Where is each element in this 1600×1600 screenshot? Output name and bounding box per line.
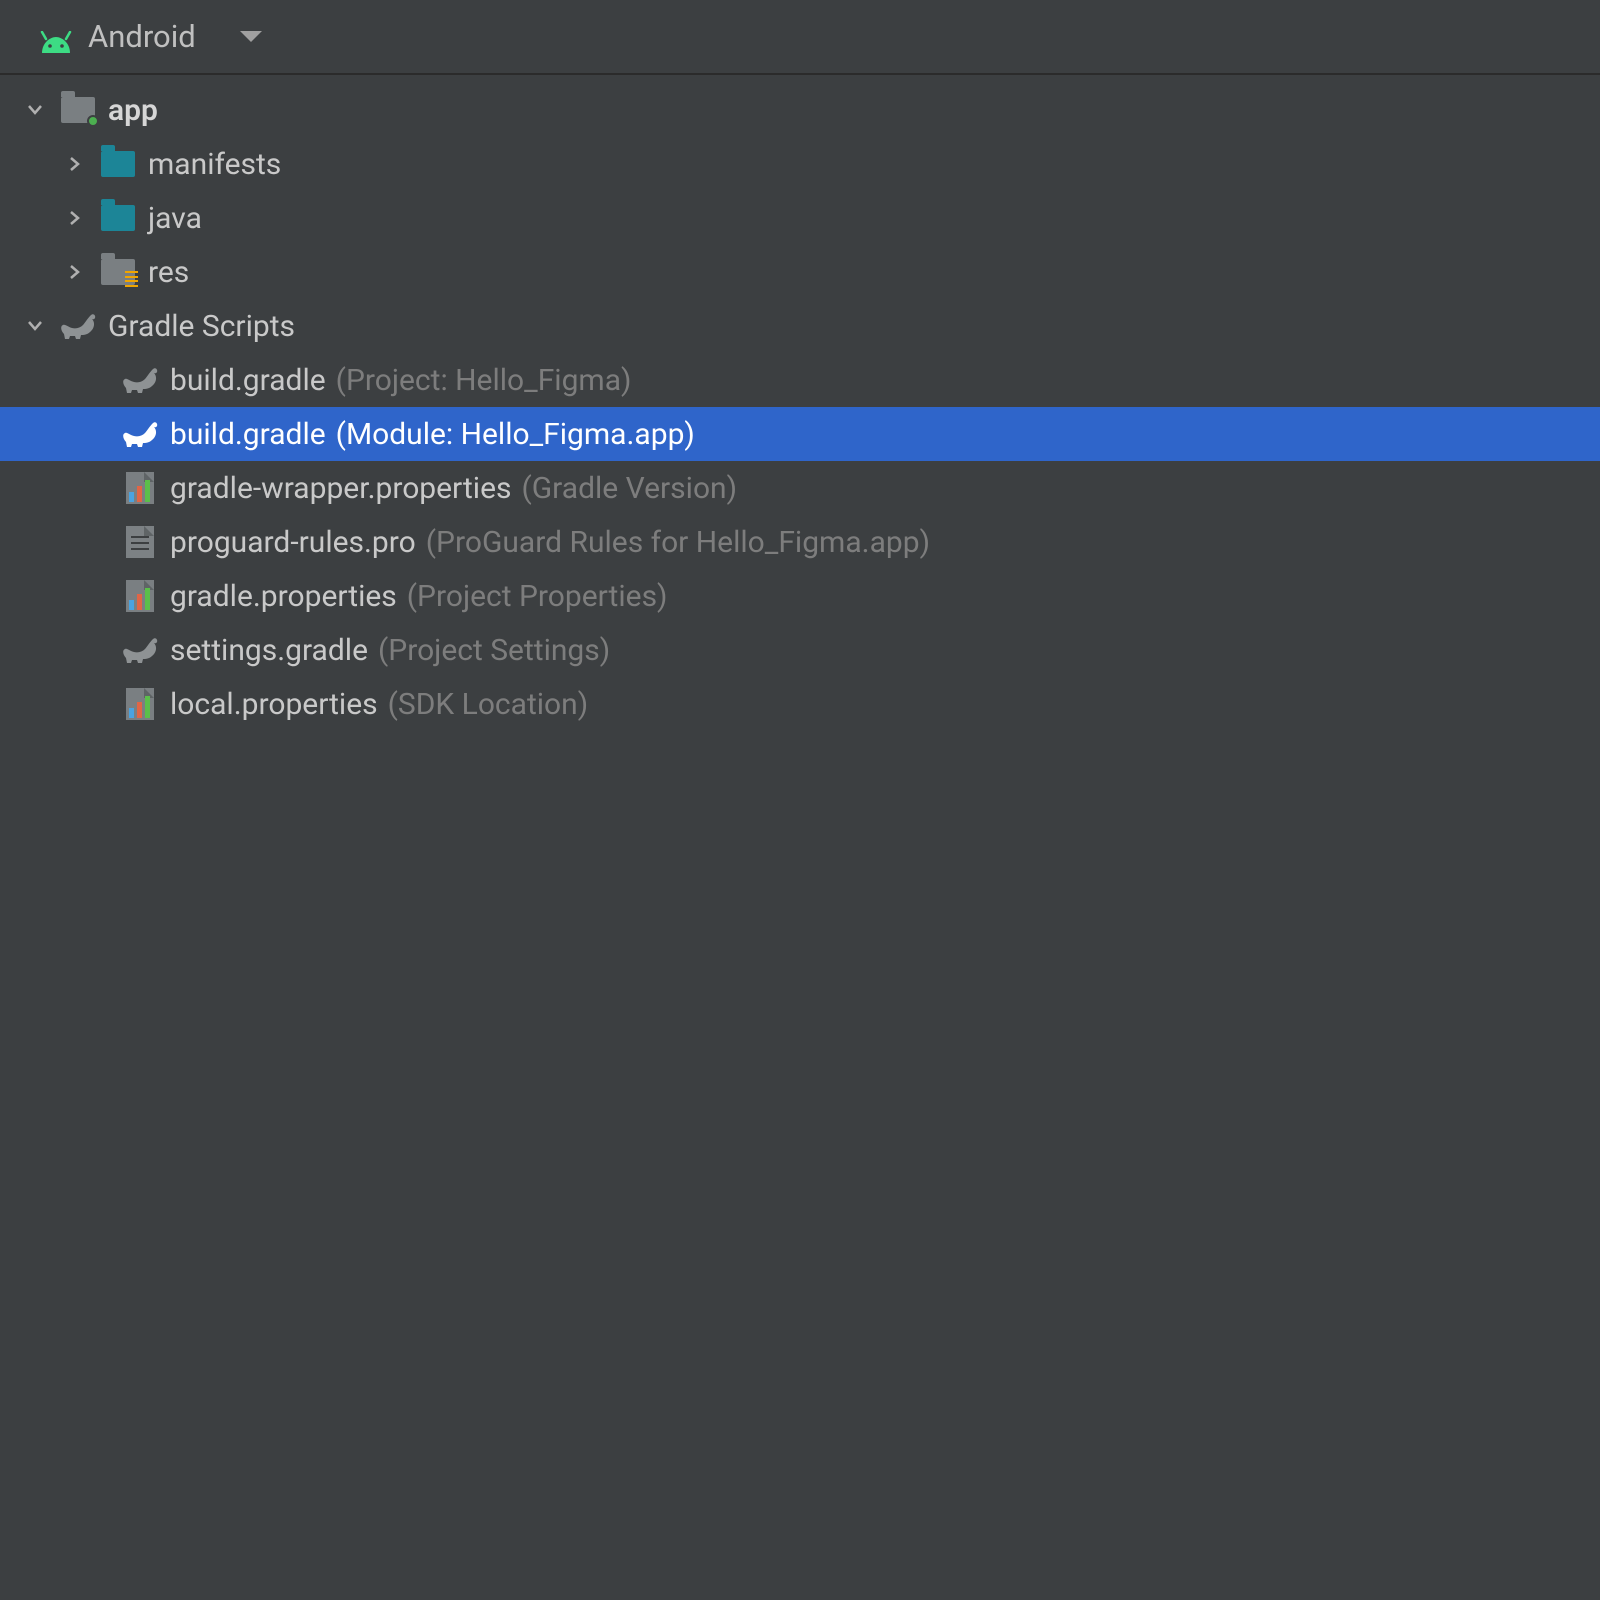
properties-file-icon — [120, 578, 160, 614]
file-qualifier: (ProGuard Rules for Hello_Figma.app) — [426, 525, 930, 560]
folder-icon — [98, 200, 138, 236]
gradle-icon — [58, 308, 98, 344]
file-name: build.gradle — [170, 363, 326, 398]
file-qualifier: (Project: Hello_Figma) — [336, 363, 632, 398]
tree-label: app — [108, 93, 158, 128]
properties-file-icon — [120, 686, 160, 722]
file-name: settings.gradle — [170, 633, 368, 668]
file-icon — [120, 524, 160, 560]
chevron-right-icon[interactable] — [60, 262, 90, 282]
project-view-selector[interactable]: Android — [0, 0, 1600, 75]
file-qualifier: (Project Settings) — [378, 633, 610, 668]
file-name: gradle.properties — [170, 579, 397, 614]
gradle-icon — [120, 362, 160, 398]
chevron-right-icon[interactable] — [60, 154, 90, 174]
project-view-label: Android — [88, 18, 196, 55]
tree-node-gradle-scripts[interactable]: Gradle Scripts — [0, 299, 1600, 353]
chevron-down-icon[interactable] — [20, 316, 50, 336]
chevron-down-icon[interactable] — [20, 100, 50, 120]
tree-node-gradle-file[interactable]: build.gradle (Project: Hello_Figma) — [0, 353, 1600, 407]
file-name: proguard-rules.pro — [170, 525, 416, 560]
android-icon — [38, 26, 74, 48]
file-name: build.gradle — [170, 417, 326, 452]
file-qualifier: (Project Properties) — [407, 579, 668, 614]
project-tree: app manifests java res Gradle Scripts — [0, 75, 1600, 731]
module-folder-icon — [58, 92, 98, 128]
file-qualifier: (SDK Location) — [388, 687, 589, 722]
tree-label: res — [148, 255, 189, 290]
tree-label: manifests — [148, 147, 281, 182]
tree-node-gradle-file[interactable]: gradle.properties (Project Properties) — [0, 569, 1600, 623]
gradle-icon — [120, 416, 160, 452]
folder-icon — [98, 146, 138, 182]
gradle-icon — [120, 632, 160, 668]
tree-node-manifests[interactable]: manifests — [0, 137, 1600, 191]
tree-node-gradle-file[interactable]: build.gradle (Module: Hello_Figma.app) — [0, 407, 1600, 461]
chevron-right-icon[interactable] — [60, 208, 90, 228]
file-qualifier: (Gradle Version) — [521, 471, 737, 506]
tree-label: Gradle Scripts — [108, 309, 295, 344]
chevron-down-icon — [240, 31, 262, 42]
tree-node-java[interactable]: java — [0, 191, 1600, 245]
tree-node-gradle-file[interactable]: gradle-wrapper.properties (Gradle Versio… — [0, 461, 1600, 515]
tree-node-gradle-file[interactable]: settings.gradle (Project Settings) — [0, 623, 1600, 677]
tree-node-gradle-file[interactable]: local.properties (SDK Location) — [0, 677, 1600, 731]
file-qualifier: (Module: Hello_Figma.app) — [336, 417, 695, 452]
tree-node-gradle-file[interactable]: proguard-rules.pro (ProGuard Rules for H… — [0, 515, 1600, 569]
tree-node-app[interactable]: app — [0, 83, 1600, 137]
properties-file-icon — [120, 470, 160, 506]
file-name: local.properties — [170, 687, 378, 722]
tree-label: java — [148, 201, 202, 236]
file-name: gradle-wrapper.properties — [170, 471, 511, 506]
tree-node-res[interactable]: res — [0, 245, 1600, 299]
res-folder-icon — [98, 254, 138, 290]
